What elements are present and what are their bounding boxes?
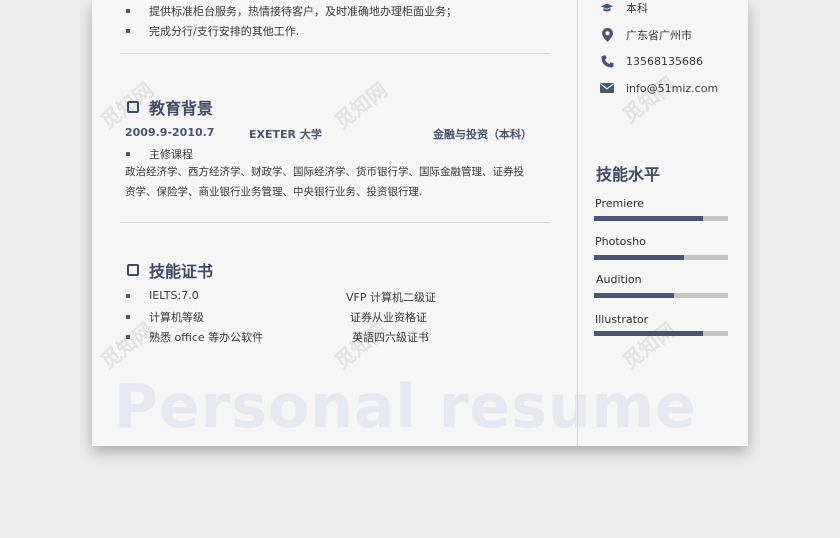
course-line: 政治经济学、西方经济学、财政学、国际经济学、货币银行学、国际金融管理、证券投 (125, 166, 524, 178)
skill-name: Premiere (595, 197, 645, 210)
skill-bar-fill (594, 293, 675, 298)
graduation-cap-icon (600, 1, 614, 15)
course-label: 主修课程 (149, 148, 193, 161)
bullet-square (126, 335, 130, 339)
work-bullet: 提供标准柜台服务，热情接待客户，及时准确地办理柜面业务； (126, 3, 457, 19)
skill-bar-fill (594, 216, 703, 221)
certificate-item: IELTS:7.0 (126, 289, 199, 302)
phone-text: 13568135686 (626, 54, 703, 68)
location-row: 广东省广州市 (600, 27, 692, 43)
course-line: 资学、保险学、商业银行业务管理、中央银行业务、投资银行理. (125, 186, 423, 198)
skill-name: Photosho (595, 235, 646, 248)
certificate-text: IELTS:7.0 (149, 289, 199, 302)
email-row: info@51miz.com (600, 81, 718, 95)
phone-row: 13568135686 (600, 54, 703, 68)
watermark-stamp: 觅知网 (329, 77, 392, 134)
section-divider (120, 53, 550, 54)
skills-title: 技能水平 (596, 165, 661, 184)
skill-bar (594, 331, 728, 336)
certificate-item: 计算机等级 (126, 309, 204, 325)
sidebar-divider (577, 0, 578, 446)
skill-bar-fill (594, 331, 703, 336)
bullet-square (126, 152, 130, 156)
degree-text: 本科 (626, 2, 648, 15)
work-bullet: 完成分行/支行安排的其他工作. (126, 23, 299, 39)
resume-page: 觅知网 觅知网 觅知网 觅知网 觅知网 觅知网 Personal resume … (92, 0, 748, 446)
certificate-item: 熟悉 office 等办公软件 (126, 329, 263, 345)
section-square-icon (127, 101, 139, 113)
certificate-text: 英語四六級证书 (352, 331, 429, 344)
location-text: 广东省广州市 (626, 29, 692, 42)
education-title: 教育背景 (149, 99, 214, 118)
education-period: 2009.9-2010.7 (125, 126, 215, 139)
skill-bar (594, 293, 728, 298)
certificate-text: 熟悉 office 等办公软件 (149, 331, 264, 344)
degree-row: 本科 (600, 0, 648, 16)
personal-resume-watermark: Personal resume (114, 372, 697, 442)
bullet-square (126, 29, 130, 33)
skill-name: Illustrator (595, 313, 649, 326)
course-list: 政治经济学、西方经济学、财政学、国际经济学、货币银行学、国际金融管理、证券投 资… (125, 162, 565, 202)
education-major: 金融与投资（本科） (433, 128, 532, 141)
skill-bar (594, 216, 728, 221)
education-school: EXETER 大学 (249, 128, 322, 141)
work-bullet-text: 完成分行/支行安排的其他工作. (149, 25, 300, 38)
envelope-icon (600, 81, 614, 95)
certificates-heading: 技能证书 (127, 258, 213, 282)
skill-name: Audition (596, 273, 642, 286)
skill-bar-fill (594, 255, 684, 260)
section-divider (120, 222, 550, 223)
bullet-square (126, 315, 130, 319)
certificate-text: 证券从业资格证 (350, 311, 427, 324)
course-bullet: 主修课程 (126, 146, 193, 162)
bullet-square (126, 9, 130, 13)
certificate-text: 计算机等级 (149, 311, 204, 324)
email-text: info@51miz.com (626, 81, 719, 95)
watermark-stamp: 觅知网 (617, 71, 680, 128)
work-bullet-text: 提供标准柜台服务，热情接待客户，及时准确地办理柜面业务； (149, 5, 457, 18)
certificates-title: 技能证书 (149, 262, 214, 281)
phone-icon (600, 54, 614, 68)
skill-bar (594, 255, 728, 260)
section-square-icon (127, 264, 139, 276)
education-heading: 教育背景 (127, 95, 213, 119)
location-pin-icon (600, 28, 614, 42)
bullet-square (126, 293, 130, 298)
certificate-text: VFP 计算机二级证 (346, 291, 436, 304)
